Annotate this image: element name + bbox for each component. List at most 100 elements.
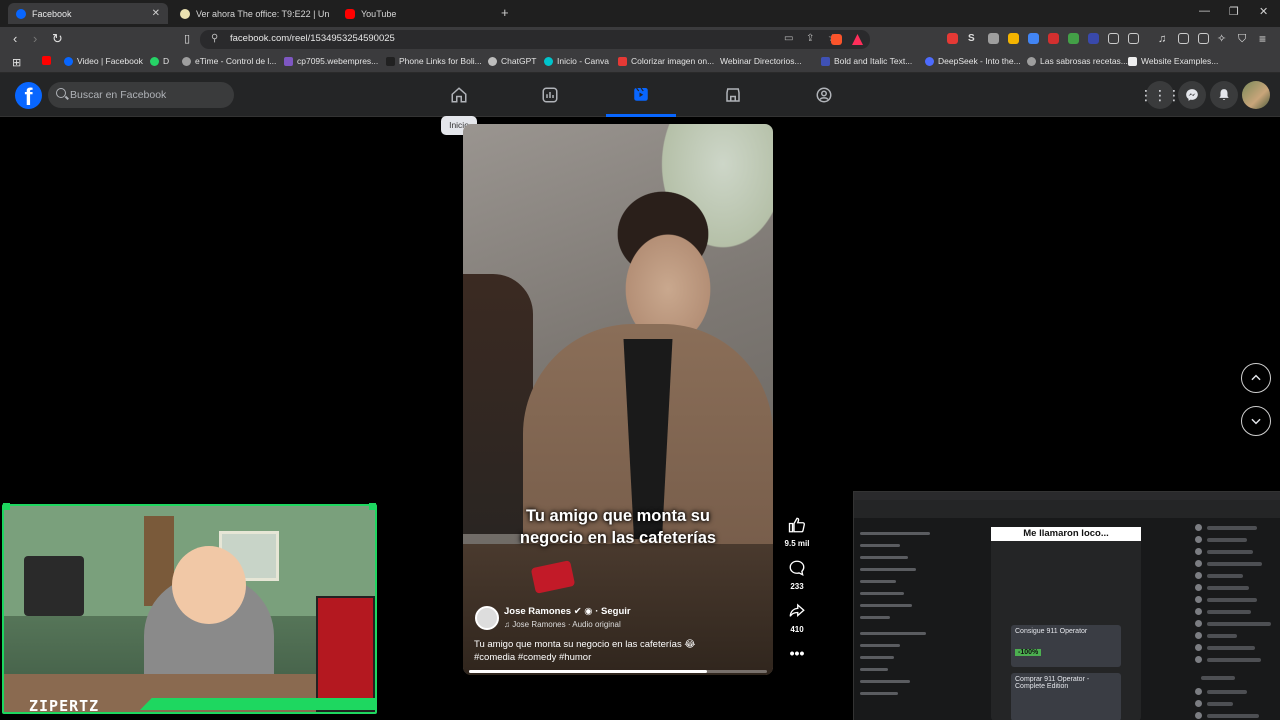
- bookmark-deepseek[interactable]: DeepSeek - Into the...: [925, 56, 1021, 66]
- extension-camera-icon[interactable]: [988, 33, 999, 44]
- extension-icon[interactable]: [947, 33, 958, 44]
- previous-reel-button[interactable]: [1241, 363, 1271, 393]
- share-button[interactable]: 410: [779, 602, 815, 634]
- url-text: facebook.com/reel/1534953254590025: [230, 33, 395, 44]
- menu-icon[interactable]: ≡: [1259, 31, 1266, 47]
- music-note-icon: ♫: [504, 620, 513, 629]
- camera-frame: [2, 504, 377, 714]
- offer-title: Comprar 911 Operator - Complete Edition: [1015, 676, 1090, 690]
- author-avatar[interactable]: [475, 606, 499, 630]
- reel-author-info: Jose Ramones ✔ ◉ · Seguir ♫ Jose Ramones…: [474, 604, 765, 674]
- home-icon: [451, 87, 467, 103]
- bookmark-chatgpt[interactable]: ChatGPT: [488, 56, 536, 66]
- extensions-puzzle-icon[interactable]: [1108, 33, 1119, 44]
- vpn-shield-icon[interactable]: ⛉: [1238, 31, 1246, 47]
- maximize-window-icon[interactable]: ❐: [1229, 5, 1239, 18]
- streamer-name: ZIPERTZ: [29, 697, 100, 715]
- reel-video[interactable]: Tu amigo que monta su negocio en las caf…: [463, 124, 773, 675]
- bookmark-icon[interactable]: ▯: [184, 31, 190, 47]
- address-bar[interactable]: ⚲ facebook.com/reel/1534953254590025 ▭ ⇪…: [200, 30, 870, 49]
- leo-ai-icon[interactable]: ✧: [1217, 31, 1226, 47]
- new-tab-button[interactable]: +: [501, 5, 509, 20]
- follow-button[interactable]: Seguir: [601, 606, 631, 617]
- author-name[interactable]: Jose Ramones: [504, 606, 571, 617]
- nav-marketplace[interactable]: [698, 73, 768, 117]
- menu-button[interactable]: ⋮⋮⋮: [1139, 81, 1181, 109]
- close-tab-icon[interactable]: ✕: [152, 8, 160, 19]
- bookmark-colorizar[interactable]: Colorizar imagen on...: [618, 56, 714, 66]
- wallet-icon[interactable]: [1198, 33, 1209, 44]
- brave-rewards-icon[interactable]: [852, 34, 863, 45]
- facebook-logo-icon[interactable]: f: [15, 82, 42, 109]
- site-info-icon[interactable]: ⚲: [211, 33, 218, 44]
- bookmark-video-facebook[interactable]: Video | Facebook: [64, 56, 143, 66]
- notifications-button[interactable]: [1210, 81, 1238, 109]
- extension-badge-icon[interactable]: [1008, 33, 1019, 44]
- mirror-post-header: Me llamaron loco...: [991, 527, 1141, 541]
- sidebar-icon[interactable]: [1178, 33, 1189, 44]
- next-reel-button[interactable]: [1241, 406, 1271, 436]
- video-progress-fill: [469, 670, 708, 673]
- bookmark-phone-links[interactable]: Phone Links for Boli...: [386, 56, 482, 66]
- video-progress-bar[interactable]: [469, 670, 767, 673]
- close-window-icon[interactable]: ✕: [1259, 5, 1268, 18]
- frame-corner: [369, 503, 376, 510]
- search-icon: [56, 88, 66, 98]
- nav-feeds[interactable]: [515, 73, 585, 117]
- nav-reels[interactable]: [606, 73, 676, 117]
- cast-icon[interactable]: ▭: [784, 33, 793, 44]
- extension-red-icon[interactable]: [1048, 33, 1059, 44]
- apps-grid-icon[interactable]: ⊞: [12, 56, 21, 69]
- tab-the-office[interactable]: Ver ahora The office: T9:E22 | Un sue: [172, 3, 337, 24]
- more-options-icon[interactable]: •••: [779, 645, 815, 661]
- search-input[interactable]: [70, 86, 228, 104]
- reload-icon[interactable]: ↻: [52, 31, 63, 47]
- facebook-header: f ⋮⋮⋮: [0, 73, 1280, 117]
- hashtags[interactable]: #comedia #comedy #humor: [474, 652, 591, 663]
- back-icon[interactable]: ‹: [13, 31, 17, 47]
- share-icon[interactable]: ⇪: [806, 33, 814, 44]
- mirror-tab-strip: [854, 492, 1280, 500]
- bookmark-canva[interactable]: Inicio - Canva: [544, 56, 609, 66]
- nav-groups[interactable]: [789, 73, 859, 117]
- description-text: Tu amigo que monta su negocio en las caf…: [474, 639, 696, 650]
- profile-avatar[interactable]: [1242, 81, 1270, 109]
- bookmark-whatsapp[interactable]: D: [150, 56, 169, 66]
- forward-icon[interactable]: ›: [33, 31, 37, 47]
- messenger-button[interactable]: [1178, 81, 1206, 109]
- bookmark-bold-italic[interactable]: Bold and Italic Text...: [821, 56, 912, 66]
- facebook-search[interactable]: [48, 82, 234, 108]
- nav-home[interactable]: [424, 73, 494, 117]
- tab-title: YouTube: [361, 8, 397, 19]
- streamer-accent-bar: [140, 698, 375, 710]
- author-line: Jose Ramones ✔ ◉ · Seguir: [504, 606, 631, 617]
- comment-button[interactable]: 233: [779, 559, 815, 591]
- facebook-favicon-icon: [16, 8, 26, 19]
- tab-youtube[interactable]: YouTube: [337, 3, 497, 24]
- bookmark-cp7095[interactable]: cp7095.webempres...: [284, 56, 378, 66]
- share-count: 410: [790, 625, 804, 634]
- bookmark-website-examples[interactable]: Website Examples...: [1128, 56, 1218, 66]
- frame-corner: [3, 503, 10, 510]
- extension-color-icon[interactable]: [1068, 33, 1079, 44]
- extension-translate-icon[interactable]: [1028, 33, 1039, 44]
- extension-s-icon[interactable]: S: [968, 33, 979, 44]
- bookmark-etime[interactable]: eTime - Control de l...: [182, 56, 276, 66]
- mirror-facebook-bar: [854, 500, 1280, 518]
- messenger-icon: [1186, 89, 1198, 101]
- bookmark-recetas[interactable]: Las sabrosas recetas...: [1027, 56, 1128, 66]
- like-button[interactable]: 9.5 mil: [779, 516, 815, 548]
- reel-description: Tu amigo que monta su negocio en las caf…: [474, 638, 734, 664]
- media-icon[interactable]: ♫: [1158, 31, 1166, 47]
- minimize-window-icon[interactable]: —: [1199, 5, 1210, 17]
- brave-shield-icon[interactable]: [831, 34, 842, 45]
- bookmark-webinar[interactable]: Webinar Directorios...: [720, 56, 802, 66]
- extension-ai-icon[interactable]: [1088, 33, 1099, 44]
- extension-window-icon[interactable]: [1128, 33, 1139, 44]
- feeds-icon: [542, 87, 558, 103]
- browser-toolbar: ‹ › ↻ ▯ ⚲ facebook.com/reel/153495325459…: [0, 27, 1280, 52]
- audio-line[interactable]: ♫ Jose Ramones · Audio original: [504, 620, 621, 629]
- tab-facebook[interactable]: Facebook ✕: [8, 3, 168, 24]
- chevron-down-icon: [1251, 418, 1261, 425]
- bookmark-youtube[interactable]: [42, 56, 55, 65]
